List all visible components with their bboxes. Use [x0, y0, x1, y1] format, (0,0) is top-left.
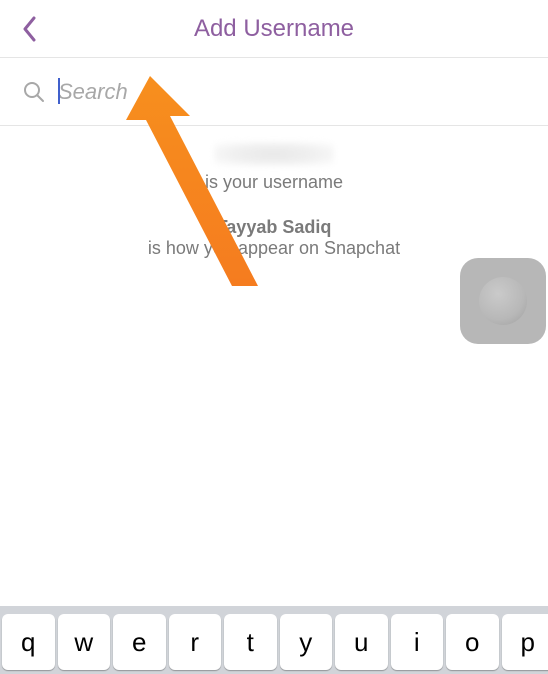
key-q[interactable]: q: [2, 614, 55, 670]
text-cursor: [58, 78, 60, 104]
key-t[interactable]: t: [224, 614, 277, 670]
keyboard: q w e r t y u i o p: [0, 606, 548, 674]
assistive-touch-icon: [479, 277, 527, 325]
key-i[interactable]: i: [391, 614, 444, 670]
chevron-left-icon: [22, 16, 38, 42]
page-title: Add Username: [0, 15, 548, 43]
search-input[interactable]: [58, 79, 526, 105]
username-label: is your username: [0, 172, 548, 193]
search-icon: [22, 80, 46, 104]
back-button[interactable]: [16, 15, 44, 43]
key-u[interactable]: u: [335, 614, 388, 670]
display-name-label: is how you appear on Snapchat: [0, 238, 548, 259]
key-w[interactable]: w: [58, 614, 111, 670]
key-o[interactable]: o: [446, 614, 499, 670]
key-r[interactable]: r: [169, 614, 222, 670]
search-bar[interactable]: [0, 58, 548, 126]
key-p[interactable]: p: [502, 614, 548, 670]
header-bar: Add Username: [0, 0, 548, 58]
username-blurred: [214, 142, 334, 166]
key-y[interactable]: y: [280, 614, 333, 670]
key-e[interactable]: e: [113, 614, 166, 670]
content-area: is your username Tayyab Sadiq is how you…: [0, 126, 548, 259]
assistive-touch-button[interactable]: [460, 258, 546, 344]
display-name: Tayyab Sadiq: [0, 217, 548, 238]
